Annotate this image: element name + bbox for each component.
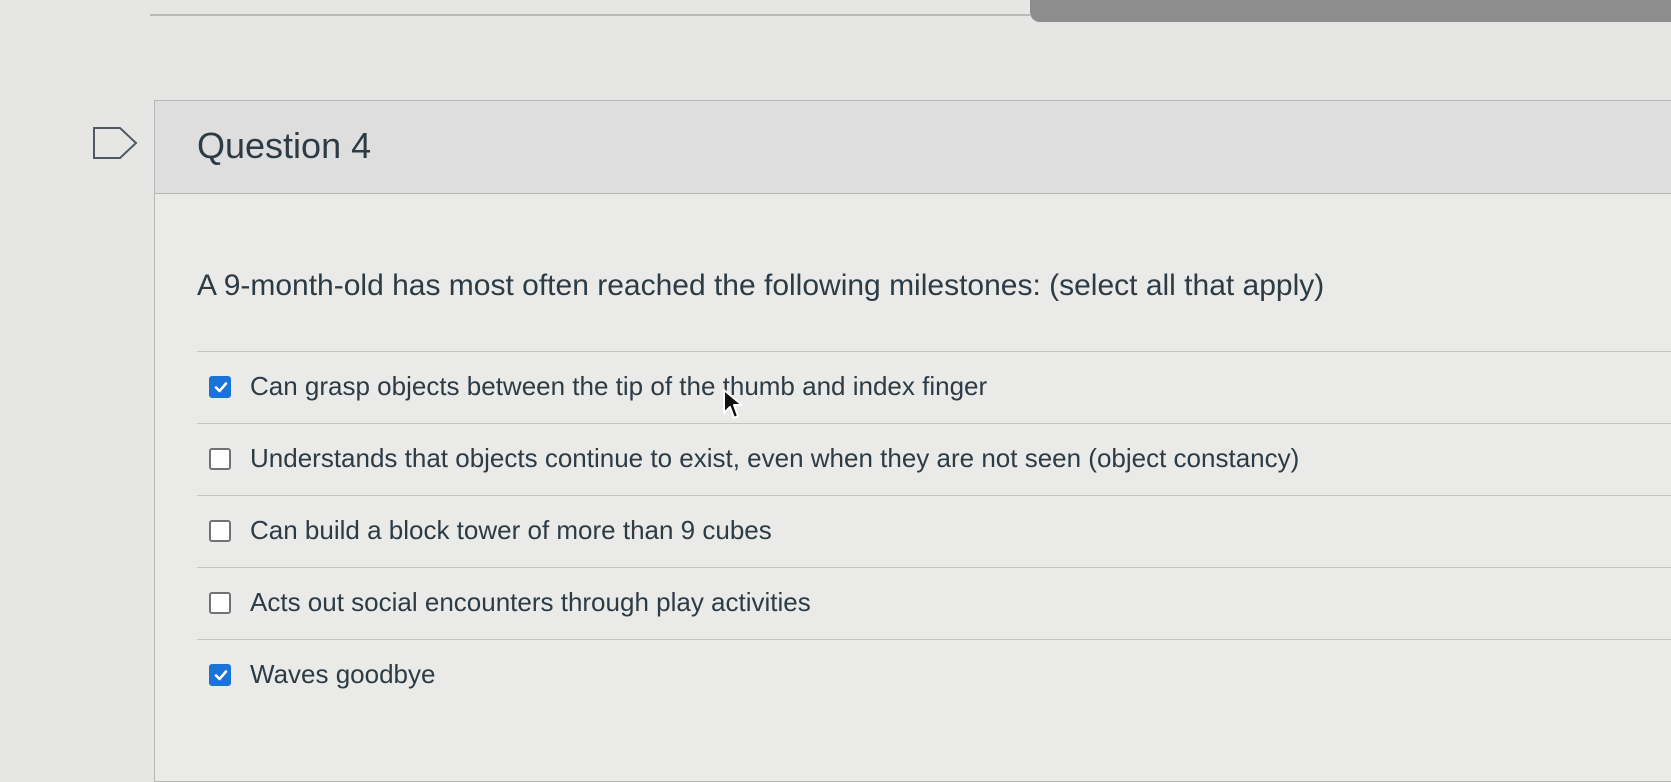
checkmark-icon [214,670,228,681]
top-panel-edge [1030,0,1671,22]
answer-list: Can grasp objects between the tip of the… [197,351,1671,711]
checkbox-option-1[interactable] [209,376,231,398]
answer-option-3[interactable]: Can build a block tower of more than 9 c… [197,495,1671,567]
question-card: Question 4 A 9-month-old has most often … [154,100,1671,782]
answer-label-3[interactable]: Can build a block tower of more than 9 c… [250,512,772,548]
answer-label-5[interactable]: Waves goodbye [250,656,435,692]
checkmark-icon [214,382,228,393]
checkbox-option-3[interactable] [209,520,231,542]
checkbox-option-5[interactable] [209,664,231,686]
flag-icon[interactable] [92,126,138,160]
question-prompt: A 9-month-old has most often reached the… [197,269,1325,302]
answer-option-5[interactable]: Waves goodbye [197,639,1671,711]
mouse-pointer-icon [723,389,743,419]
question-header: Question 4 [155,101,1671,194]
top-divider [150,14,1030,16]
question-title: Question 4 [197,125,372,166]
answer-label-1[interactable]: Can grasp objects between the tip of the… [250,368,987,404]
answer-label-2[interactable]: Understands that objects continue to exi… [250,440,1299,476]
checkbox-option-4[interactable] [209,592,231,614]
checkbox-option-2[interactable] [209,448,231,470]
answer-option-1[interactable]: Can grasp objects between the tip of the… [197,351,1671,423]
answer-option-2[interactable]: Understands that objects continue to exi… [197,423,1671,495]
answer-label-4[interactable]: Acts out social encounters through play … [250,584,811,620]
answer-option-4[interactable]: Acts out social encounters through play … [197,567,1671,639]
